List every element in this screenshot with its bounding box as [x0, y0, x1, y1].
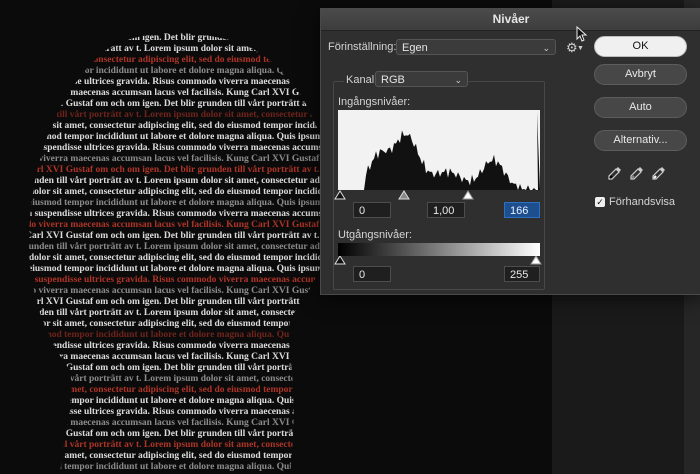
- chevron-down-icon: ⌄: [542, 43, 550, 53]
- preset-dropdown[interactable]: Egen ⌄: [396, 39, 556, 55]
- portrait-text-line: Lorem ipsum dolor sit amet, consectetur …: [0, 55, 340, 65]
- portrait-text-line: Det blir grunden till vårt porträtt av t…: [0, 241, 340, 252]
- input-levels-label: Ingångsnivåer:: [338, 96, 411, 108]
- portrait-text-line: Kung Carl XVI Gustaf om och om igen. Det…: [0, 428, 340, 439]
- portrait-text-line: Risus commodo viverra maecenas accumsan …: [0, 153, 340, 164]
- portrait-text-line: Quis ipsum suspendisse ultrices gravida.…: [0, 143, 340, 153]
- cancel-button[interactable]: Avbryt: [594, 64, 687, 85]
- portrait-text-line: sed do eiusmod tempor incididunt ut labo…: [0, 462, 340, 472]
- portrait-text-line: sed do eiusmod tempor incididunt ut labo…: [0, 330, 340, 340]
- ok-button[interactable]: OK: [594, 36, 687, 57]
- checkbox-checked-icon[interactable]: ✓: [595, 197, 605, 207]
- portrait-text-line: Lorem ipsum dolor sit amet, consectetur …: [0, 385, 340, 395]
- channel-dropdown[interactable]: RGB ⌄: [375, 71, 468, 87]
- dialog-title[interactable]: Nivåer: [321, 9, 700, 31]
- portrait-text-line: Quis ipsum suspendisse ultrices gravida.…: [0, 209, 340, 219]
- output-levels-label: Utgångsnivåer:: [338, 229, 412, 241]
- preset-value: Egen: [402, 42, 428, 54]
- white-eyedropper-icon[interactable]: [652, 166, 666, 180]
- preview-label: Förhandsvisa: [609, 196, 676, 208]
- output-black-slider: [334, 256, 346, 265]
- portrait-text-line: Lorem ipsum dolor sit amet, consectetur …: [0, 187, 340, 197]
- portrait-text-line: Lorem ipsum dolor sit amet, consectetur …: [0, 319, 340, 329]
- portrait-text-line: Risus commodo viverra maecenas accumsan …: [0, 351, 340, 362]
- auto-button[interactable]: Auto: [594, 97, 687, 118]
- typographic-portrait: Kung Carl XVI Gustaf om och om igen. Det…: [0, 32, 340, 472]
- portrait-text-line: Det blir grunden till vårt porträtt av t…: [0, 373, 340, 384]
- output-white-field[interactable]: 255: [504, 266, 540, 282]
- portrait-text-line: Quis ipsum suspendisse ultrices gravida.…: [0, 77, 340, 87]
- output-black-field[interactable]: 0: [353, 266, 391, 282]
- output-white-slider: [530, 256, 542, 265]
- portrait-text-line: Quis ipsum suspendisse ultrices gravida.…: [0, 341, 340, 351]
- input-white-slider: [462, 190, 474, 200]
- input-white-field[interactable]: 166: [504, 202, 540, 218]
- portrait-text-line: Quis ipsum suspendisse ultrices gravida.…: [0, 407, 340, 417]
- gray-eyedropper-icon[interactable]: [630, 166, 644, 180]
- portrait-text-line: Lorem ipsum dolor sit amet, consectetur …: [0, 451, 340, 461]
- portrait-text-line: Lorem ipsum dolor sit amet, consectetur …: [0, 253, 340, 263]
- portrait-text-line: Det blir grunden till vårt porträtt av t…: [0, 307, 340, 318]
- portrait-text-line: Kung Carl XVI Gustaf om och om igen. Det…: [0, 32, 340, 43]
- input-black-slider: [334, 190, 346, 200]
- input-black-field[interactable]: 0: [353, 202, 391, 218]
- portrait-text-line: sed do eiusmod tempor incididunt ut labo…: [0, 66, 340, 76]
- portrait-text-line: Kung Carl XVI Gustaf om och om igen. Det…: [0, 164, 340, 175]
- input-slider-track[interactable]: [334, 190, 544, 202]
- portrait-text-line: Kung Carl XVI Gustaf om och om igen. Det…: [0, 296, 340, 307]
- portrait-text-line: Risus commodo viverra maecenas accumsan …: [0, 219, 340, 230]
- histogram-shape: [338, 112, 540, 190]
- output-slider-track[interactable]: [334, 256, 544, 266]
- preset-label: Förinställning:: [328, 41, 397, 53]
- portrait-text-line: Risus commodo viverra maecenas accumsan …: [0, 87, 340, 98]
- portrait-text-line: sed do eiusmod tempor incididunt ut labo…: [0, 198, 340, 208]
- channel-value: RGB: [381, 74, 405, 86]
- portrait-text-line: Det blir grunden till vårt porträtt av t…: [0, 43, 340, 54]
- chevron-down-icon: ⌄: [454, 75, 462, 85]
- portrait-text-line: Det blir grunden till vårt porträtt av t…: [0, 439, 340, 450]
- mouse-pointer-icon: [576, 26, 588, 42]
- portrait-text-line: Det blir grunden till vårt porträtt av t…: [0, 109, 340, 120]
- portrait-text-line: Quis ipsum suspendisse ultrices gravida.…: [0, 275, 340, 285]
- portrait-text-line: Kung Carl XVI Gustaf om och om igen. Det…: [0, 362, 340, 373]
- input-gamma-slider: [398, 190, 410, 200]
- portrait-text-line: Kung Carl XVI Gustaf om och om igen. Det…: [0, 230, 340, 241]
- input-gamma-field[interactable]: 1,00: [427, 202, 465, 218]
- portrait-text-line: Kung Carl XVI Gustaf om och om igen. Det…: [0, 98, 340, 109]
- portrait-text-line: Risus commodo viverra maecenas accumsan …: [0, 285, 340, 296]
- portrait-text-group: Kung Carl XVI Gustaf om och om igen. Det…: [0, 32, 340, 472]
- portrait-text-line: Lorem ipsum dolor sit amet, consectetur …: [0, 121, 340, 131]
- gear-icon[interactable]: ⚙: [566, 40, 578, 56]
- portrait-text-line: sed do eiusmod tempor incididunt ut labo…: [0, 396, 340, 406]
- chevron-down-icon[interactable]: ▼: [577, 45, 584, 52]
- output-gradient: [338, 243, 540, 256]
- options-button[interactable]: Alternativ...: [594, 130, 687, 151]
- portrait-text-line: sed do eiusmod tempor incididunt ut labo…: [0, 264, 340, 274]
- portrait-text-line: sed do eiusmod tempor incididunt ut labo…: [0, 132, 340, 142]
- black-eyedropper-icon[interactable]: [608, 166, 622, 180]
- channel-label: Kanal:: [344, 74, 380, 86]
- portrait-text-line: Risus commodo viverra maecenas accumsan …: [0, 417, 340, 428]
- histogram: [338, 110, 540, 190]
- portrait-text-line: Det blir grunden till vårt porträtt av t…: [0, 175, 340, 186]
